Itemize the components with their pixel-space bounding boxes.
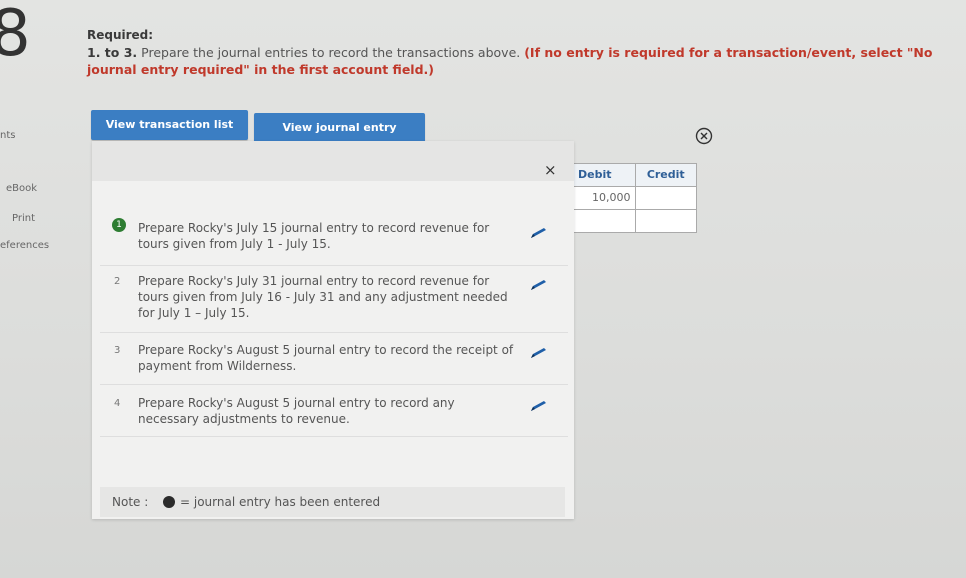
left-nav: nts eBook Print eferences (0, 0, 70, 578)
item-number: 3 (114, 345, 121, 356)
nav-link-references[interactable]: eferences (0, 240, 49, 251)
close-icon[interactable]: × (544, 161, 557, 179)
pencil-icon[interactable] (528, 347, 550, 359)
pencil-icon[interactable] (528, 227, 550, 239)
nav-link-print[interactable]: Print (12, 213, 35, 224)
credit-cell[interactable] (636, 187, 697, 209)
debit-cell[interactable]: 10,000 (574, 187, 636, 209)
required-title: Required: (87, 28, 154, 42)
item-text: Prepare Rocky's August 5 journal entry t… (138, 343, 514, 373)
required-instructions: Required: 1. to 3. Prepare the journal e… (87, 27, 947, 78)
panel-header: × (92, 141, 574, 181)
note-label: Note : (112, 495, 149, 509)
entered-dot-icon (163, 496, 175, 508)
credit-cell[interactable] (636, 210, 697, 232)
item-number: 4 (114, 398, 121, 409)
credit-header: Credit (635, 164, 696, 186)
item-text: Prepare Rocky's July 31 journal entry to… (138, 274, 508, 320)
table-row: 10,000 (574, 187, 696, 210)
entered-dot-icon: 1 (112, 218, 126, 232)
nav-link-partial[interactable]: nts (0, 130, 15, 141)
note-text: = journal entry has been entered (180, 495, 381, 509)
table-header-row: Debit Credit (574, 164, 696, 187)
view-transaction-list-button[interactable]: View transaction list (91, 110, 248, 140)
item-number: 2 (114, 276, 121, 287)
list-item[interactable]: 4 Prepare Rocky's August 5 journal entry… (100, 384, 568, 437)
item-text: Prepare Rocky's July 15 journal entry to… (138, 221, 490, 251)
transaction-list-panel: × 1 Prepare Rocky's July 15 journal entr… (92, 141, 574, 519)
required-instruction: Prepare the journal entries to record th… (137, 45, 525, 60)
journal-table: Debit Credit 10,000 (573, 163, 697, 233)
pencil-icon[interactable] (528, 400, 550, 412)
list-item[interactable]: 2 Prepare Rocky's July 31 journal entry … (100, 265, 568, 333)
pencil-icon[interactable] (528, 279, 550, 291)
nav-link-ebook[interactable]: eBook (6, 183, 37, 194)
debit-cell[interactable] (574, 210, 636, 232)
list-item[interactable]: 3 Prepare Rocky's August 5 journal entry… (100, 332, 568, 385)
view-journal-entry-worksheet-button[interactable]: View journal entry worksheet (254, 113, 425, 164)
close-circle-icon[interactable] (695, 127, 713, 145)
table-row (574, 210, 696, 232)
debit-header: Debit (574, 164, 636, 186)
list-item[interactable]: 1 Prepare Rocky's July 15 journal entry … (100, 213, 568, 266)
entry-legend-note: Note : = journal entry has been entered (100, 487, 565, 517)
required-part: 1. to 3. (87, 45, 138, 60)
item-text: Prepare Rocky's August 5 journal entry t… (138, 396, 455, 426)
